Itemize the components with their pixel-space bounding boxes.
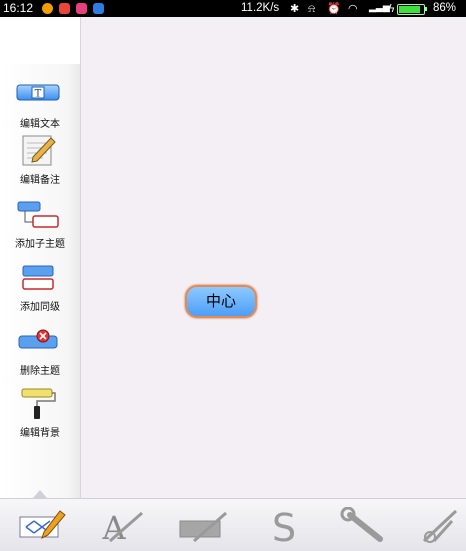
add-sibling-icon	[22, 265, 54, 290]
status-time: 16:12	[3, 1, 34, 15]
svg-text:A: A	[101, 509, 126, 545]
pen-icon[interactable]	[176, 507, 232, 545]
signal-icon: ▂▃▅	[369, 3, 390, 13]
notification-icon-2	[59, 3, 70, 14]
battery-tip	[425, 7, 427, 11]
add-sibling-label: 添加同级	[20, 302, 60, 313]
edit-note-button[interactable]: 编辑备注	[0, 135, 80, 187]
notification-icon-1	[42, 3, 53, 14]
add-subtopic-label: 添加子主题	[15, 239, 65, 250]
scissors-icon[interactable]	[416, 507, 466, 545]
add-sibling-button[interactable]: 添加同级	[0, 262, 80, 314]
sidebar-header	[0, 17, 80, 64]
alarm-off-icon: ⍾	[308, 2, 316, 15]
edit-text-button[interactable]: T 编辑文本	[0, 79, 80, 131]
bottom-toolbar: A S	[0, 498, 466, 551]
battery-icon	[397, 4, 425, 15]
mindmap-edit-icon[interactable]	[16, 507, 72, 545]
edit-background-button[interactable]: 编辑背景	[0, 388, 80, 440]
edit-text-icon: T	[16, 84, 60, 101]
edit-background-label: 编辑背景	[20, 428, 60, 439]
add-subtopic-icon	[17, 201, 59, 228]
wifi-icon: ◠	[348, 2, 358, 15]
add-subtopic-button[interactable]: 添加子主题	[0, 199, 80, 251]
alarm-icon: ⏰	[327, 2, 341, 15]
delete-topic-button[interactable]: 删除主题	[0, 326, 80, 378]
mindmap-canvas[interactable]	[81, 17, 466, 498]
bluetooth-icon: ✱	[290, 2, 300, 15]
edit-text-label: 编辑文本	[20, 119, 60, 130]
selected-tab-pointer	[33, 490, 47, 498]
battery-level	[399, 6, 420, 13]
font-style-icon[interactable]: A	[96, 507, 152, 545]
link-s-icon[interactable]: S	[256, 507, 312, 545]
edit-note-label: 编辑备注	[20, 175, 60, 186]
charging-icon: ϟ	[388, 2, 396, 15]
tool-sidebar: T 编辑文本 编辑备注 添加子主题 添加同级 删除主题 编辑背景	[0, 17, 81, 498]
notification-icon-3	[76, 3, 87, 14]
delete-topic-label: 删除主题	[20, 366, 60, 377]
wrench-icon[interactable]	[336, 507, 392, 545]
delete-topic-icon	[18, 329, 58, 349]
center-topic-node[interactable]: 中心	[185, 285, 257, 318]
svg-text:T: T	[35, 89, 42, 100]
edit-background-icon	[21, 388, 56, 419]
notification-icon-4	[93, 3, 104, 14]
battery-percent: 86%	[433, 2, 457, 14]
edit-note-icon	[22, 135, 56, 166]
status-bar: 16:12 11.2K/s ✱ ⍾ ⏰ ◠ ▂▃▅ ϟ 86%	[0, 0, 466, 17]
network-speed: 11.2K/s	[241, 2, 280, 14]
svg-text:S: S	[272, 507, 296, 545]
